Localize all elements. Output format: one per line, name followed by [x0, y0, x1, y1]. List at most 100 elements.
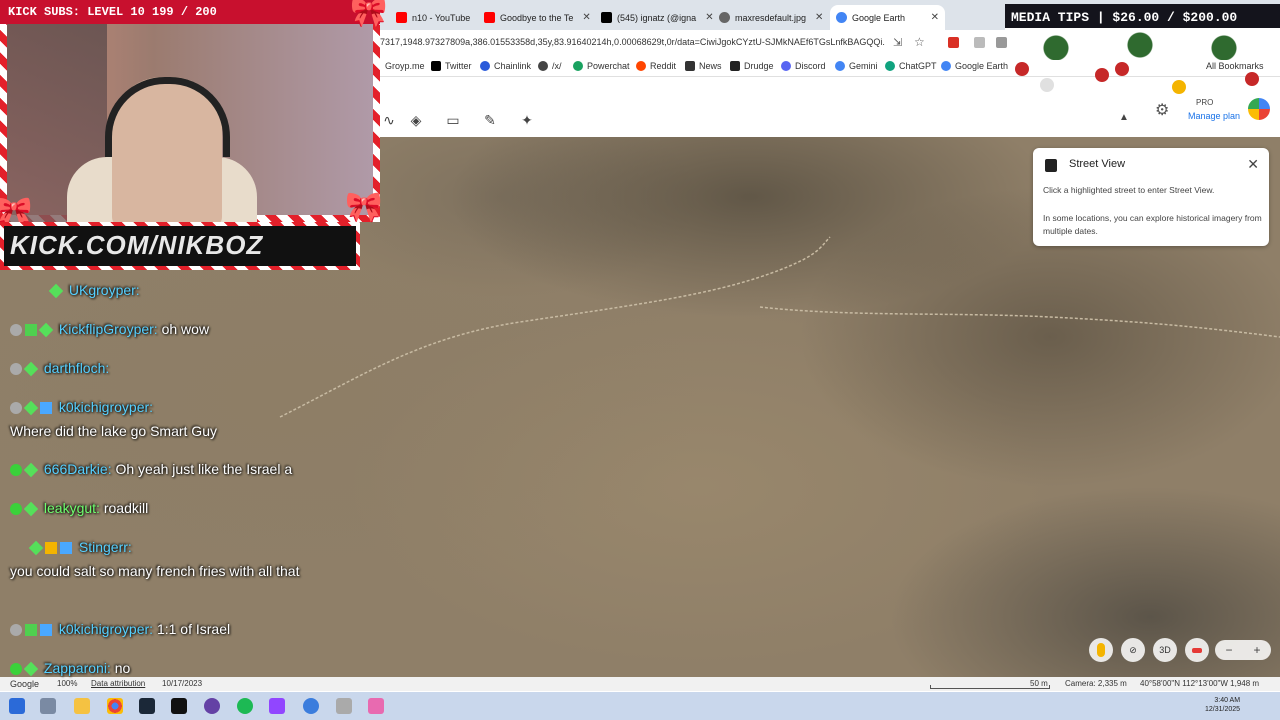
- x-icon: [431, 61, 441, 71]
- sparkle-icon[interactable]: ✦: [517, 112, 537, 129]
- sub-badge-icon: [48, 284, 64, 299]
- close-icon[interactable]: ✕: [578, 12, 590, 23]
- chainlink-icon: [480, 61, 490, 71]
- tab-youtube[interactable]: n10 - YouTube ✕: [390, 5, 480, 30]
- app-icon[interactable]: [368, 698, 384, 714]
- bookmark-groyp[interactable]: Groyp.me: [385, 61, 425, 71]
- bookmark-drudge[interactable]: Drudge: [730, 61, 774, 71]
- chat-username: KickflipGroyper:: [58, 321, 158, 337]
- chat-username: Stingerr:: [78, 539, 132, 555]
- pegman-icon[interactable]: [1089, 638, 1113, 662]
- close-icon[interactable]: ✕: [701, 12, 713, 23]
- bookmark-google-earth[interactable]: Google Earth: [941, 61, 1008, 71]
- badge-icon: [25, 324, 37, 337]
- orientation-icon[interactable]: [1185, 638, 1209, 662]
- tab-goodbye[interactable]: Goodbye to the Te ✕: [478, 5, 593, 30]
- steam-icon[interactable]: [139, 698, 155, 714]
- tab-google-earth[interactable]: Google Earth ✕: [830, 5, 945, 30]
- street-view-icon: [1045, 159, 1057, 172]
- bow-icon: 🎀: [345, 191, 383, 224]
- bookmark-twitter[interactable]: Twitter: [431, 61, 472, 71]
- drudge-icon: [730, 61, 740, 71]
- app-icon[interactable]: [303, 698, 319, 714]
- badge-icon: [10, 363, 22, 376]
- tab-label: (545) ignatz (@igna: [617, 12, 697, 23]
- bookmark-reddit[interactable]: Reddit: [636, 61, 676, 71]
- badge-icon: [10, 324, 22, 337]
- street-view-text: In some locations, you can explore histo…: [1043, 213, 1262, 236]
- zoom-out-icon[interactable]: −: [1225, 643, 1232, 657]
- youtube-icon: [396, 12, 407, 23]
- bow-icon: 🎀: [350, 0, 388, 29]
- imagery-date: 10/17/2023: [162, 679, 203, 688]
- data-attribution-link[interactable]: Data attribution: [91, 679, 145, 688]
- bookmark-label: Reddit: [650, 61, 677, 71]
- badge-icon: [40, 624, 52, 637]
- bookmark-label: Powerchat: [587, 61, 630, 71]
- youtube-icon: [484, 12, 495, 23]
- ornament-icon: [1095, 68, 1109, 82]
- coordinates: 40°58'00"N 112°13'00"W 1,948 m: [1140, 679, 1260, 688]
- measure-icon[interactable]: ∿: [379, 112, 399, 129]
- extension-icon[interactable]: [974, 37, 985, 48]
- chat-username: UKgroyper:: [68, 282, 140, 298]
- app-icon[interactable]: [336, 698, 352, 714]
- ornament-icon: [1115, 62, 1129, 76]
- globe-icon: [719, 12, 730, 23]
- all-bookmarks[interactable]: All Bookmarks: [1206, 61, 1264, 71]
- bookmark-powerchat[interactable]: Powerchat: [573, 61, 630, 71]
- terminal-icon[interactable]: [171, 698, 187, 714]
- ruler-icon[interactable]: ▭: [443, 112, 463, 129]
- reddit-icon: [636, 61, 646, 71]
- zoom-in-icon[interactable]: +: [1253, 643, 1260, 657]
- ornament-icon: [1172, 80, 1186, 94]
- chat-text: Where did the lake go Smart Guy: [10, 423, 217, 439]
- draw-icon[interactable]: ✎: [480, 112, 500, 129]
- sub-badge-icon: [23, 362, 39, 377]
- discord-icon: [781, 61, 791, 71]
- close-icon[interactable]: ✕: [1247, 156, 1259, 173]
- url-text[interactable]: 7317,1948.97327809a,386.01553358d,35y,83…: [380, 37, 885, 47]
- close-icon[interactable]: ✕: [811, 12, 823, 23]
- star-icon[interactable]: ☆: [914, 35, 925, 49]
- map-status-bar: Google 100% Data attribution 10/17/2023 …: [0, 677, 1280, 691]
- bookmark-chainlink[interactable]: Chainlink: [480, 61, 531, 71]
- ornament-icon: [1040, 78, 1054, 92]
- bookmark-x[interactable]: /x/: [538, 61, 562, 71]
- app-icon[interactable]: [269, 698, 285, 714]
- file-explorer-icon[interactable]: [74, 698, 90, 714]
- 3d-button[interactable]: 3D: [1153, 638, 1177, 662]
- manage-plan-link[interactable]: Manage plan: [1188, 111, 1240, 121]
- tab-maxres[interactable]: maxresdefault.jpg ✕: [713, 5, 828, 30]
- chevron-up-icon[interactable]: ▲: [1114, 112, 1134, 123]
- kick-badge-icon: [10, 503, 22, 516]
- obs-icon[interactable]: [204, 698, 220, 714]
- chat-username: Zapparoni:: [43, 660, 111, 676]
- chat-text: no: [114, 660, 131, 676]
- google-earth-icon: [836, 12, 847, 23]
- garland: [1000, 30, 1280, 60]
- media-tips-goal: MEDIA TIPS | $26.00 / $200.00: [1005, 4, 1280, 32]
- spotify-icon[interactable]: [237, 698, 253, 714]
- open-in-icon[interactable]: ⇲: [893, 36, 902, 49]
- gear-icon[interactable]: ⚙: [1155, 100, 1169, 120]
- chat-message: darthfloch:: [10, 360, 109, 377]
- layers-icon[interactable]: ◈: [406, 112, 426, 129]
- chrome-icon[interactable]: [107, 698, 123, 714]
- bookmark-gemini[interactable]: Gemini: [835, 61, 878, 71]
- close-icon[interactable]: ✕: [927, 12, 939, 23]
- bookmark-chatgpt[interactable]: ChatGPT: [885, 61, 937, 71]
- gmail-icon[interactable]: [948, 37, 959, 48]
- chat-message: Where did the lake go Smart Guy: [10, 423, 217, 439]
- avatar[interactable]: [1248, 98, 1270, 120]
- tab-ignatz[interactable]: (545) ignatz (@igna ✕: [595, 5, 715, 30]
- bookmark-label: Google Earth: [955, 61, 1009, 71]
- system-clock[interactable]: 3:40 AM 12/31/2025: [1205, 696, 1240, 714]
- compass-icon[interactable]: ⊘: [1121, 638, 1145, 662]
- task-view-icon[interactable]: [40, 698, 56, 714]
- bookmark-discord[interactable]: Discord: [781, 61, 826, 71]
- windows-start-icon[interactable]: [9, 698, 25, 714]
- chat-username: leakygut:: [43, 500, 100, 516]
- bookmark-news[interactable]: News: [685, 61, 722, 71]
- street-view-title: Street View: [1069, 158, 1126, 170]
